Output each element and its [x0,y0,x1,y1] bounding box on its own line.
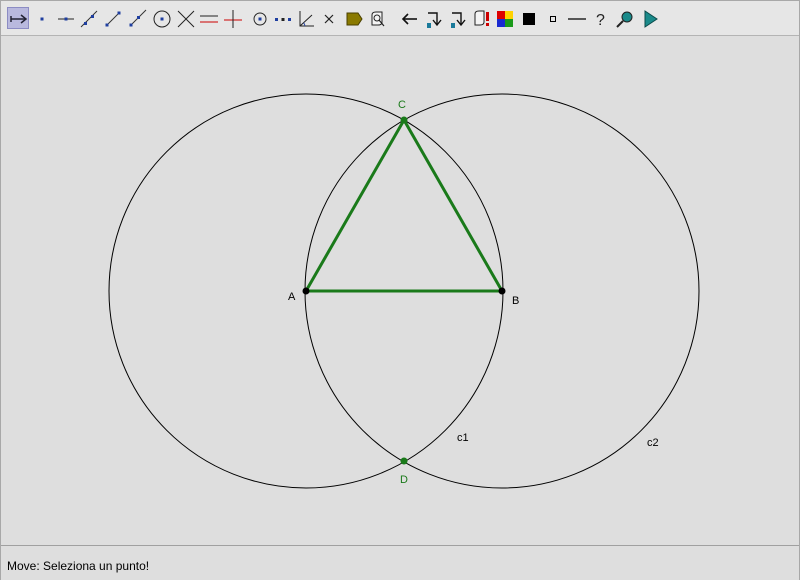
intersect-icon [177,10,195,28]
triangle-abc[interactable] [304,118,504,293]
tool-macro-button[interactable] [366,7,388,29]
point-icon [40,17,44,21]
tool-line-style-button[interactable] [565,7,587,29]
tool-zoom-button[interactable] [613,7,635,29]
fill-square-icon [523,13,535,25]
tool-midpoint-button[interactable] [271,7,293,29]
angle-icon [299,11,314,27]
move-arrow-icon [10,14,28,24]
tool-help-button[interactable]: ? [589,7,611,29]
point-d[interactable] [400,457,408,465]
tool-delete-button[interactable] [317,7,339,29]
tool-fill-button[interactable] [517,7,539,29]
macro-warning-icon [474,10,489,26]
tool-circle-center-point-button[interactable] [248,7,270,29]
tool-macro-warning-button[interactable] [470,7,492,29]
redo-down-icon [427,12,442,28]
tool-ray-button[interactable] [125,7,147,29]
line-icon [80,10,98,28]
tool-undo-button[interactable] [398,7,420,29]
app-window: ? A B C D c1 c2 Move: Seleziona un punto… [0,0,800,580]
magnifier-icon [616,11,633,28]
point-a[interactable] [302,287,310,295]
midpoint-icon [275,18,291,21]
delete-x-icon [324,14,334,24]
macro-icon [371,11,385,27]
drawing-canvas[interactable]: A B C D c1 c2 [1,36,799,544]
tool-point-button[interactable] [30,7,52,29]
point-b[interactable] [498,287,506,295]
redo-down-icon [451,12,466,28]
tool-segment-button[interactable] [101,7,123,29]
small-square-icon [550,16,556,22]
tool-redo-1-button[interactable] [422,7,444,29]
point-on-line-icon [58,17,74,21]
tool-line-button[interactable] [77,7,99,29]
segment-icon [105,11,121,27]
circle-center-icon [253,12,267,26]
label-point-b: B [512,295,519,307]
undo-arrow-icon [401,13,417,25]
point-c[interactable] [400,116,408,124]
label-point-c: C [398,99,406,111]
status-bar: Move: Seleziona un punto! [1,545,799,580]
line-style-icon [568,18,586,20]
svg-text:?: ? [596,12,605,29]
tool-angle-button[interactable] [293,7,315,29]
tool-polygon-button[interactable] [342,7,364,29]
label-point-d: D [400,474,408,486]
toolbar: ? [1,1,799,36]
tool-point-style-button[interactable] [541,7,563,29]
play-icon [644,10,658,28]
geometry-drawing[interactable]: A B C D c1 c2 [1,36,799,544]
perpendicular-icon [224,10,242,28]
tool-move-button[interactable] [7,7,29,29]
question-icon: ? [596,12,605,29]
ray-icon [129,9,147,27]
polygon-icon [346,12,363,26]
tool-intersect-button[interactable] [174,7,196,29]
tool-color-button[interactable] [493,7,515,29]
label-point-a: A [288,291,296,303]
tool-circle-button[interactable] [150,7,172,29]
circle-icon [153,10,171,28]
tool-parallel-button[interactable] [197,7,219,29]
status-message: Move: Seleziona un punto! [7,559,150,573]
label-circle-c2: c2 [647,437,659,449]
label-circle-c1: c1 [457,432,469,444]
parallel-icon [200,15,218,23]
tool-redo-2-button[interactable] [446,7,468,29]
tool-point-on-object-button[interactable] [54,7,76,29]
tool-run-button[interactable] [638,7,660,29]
tool-perpendicular-button[interactable] [221,7,243,29]
color-palette-icon [497,11,513,27]
